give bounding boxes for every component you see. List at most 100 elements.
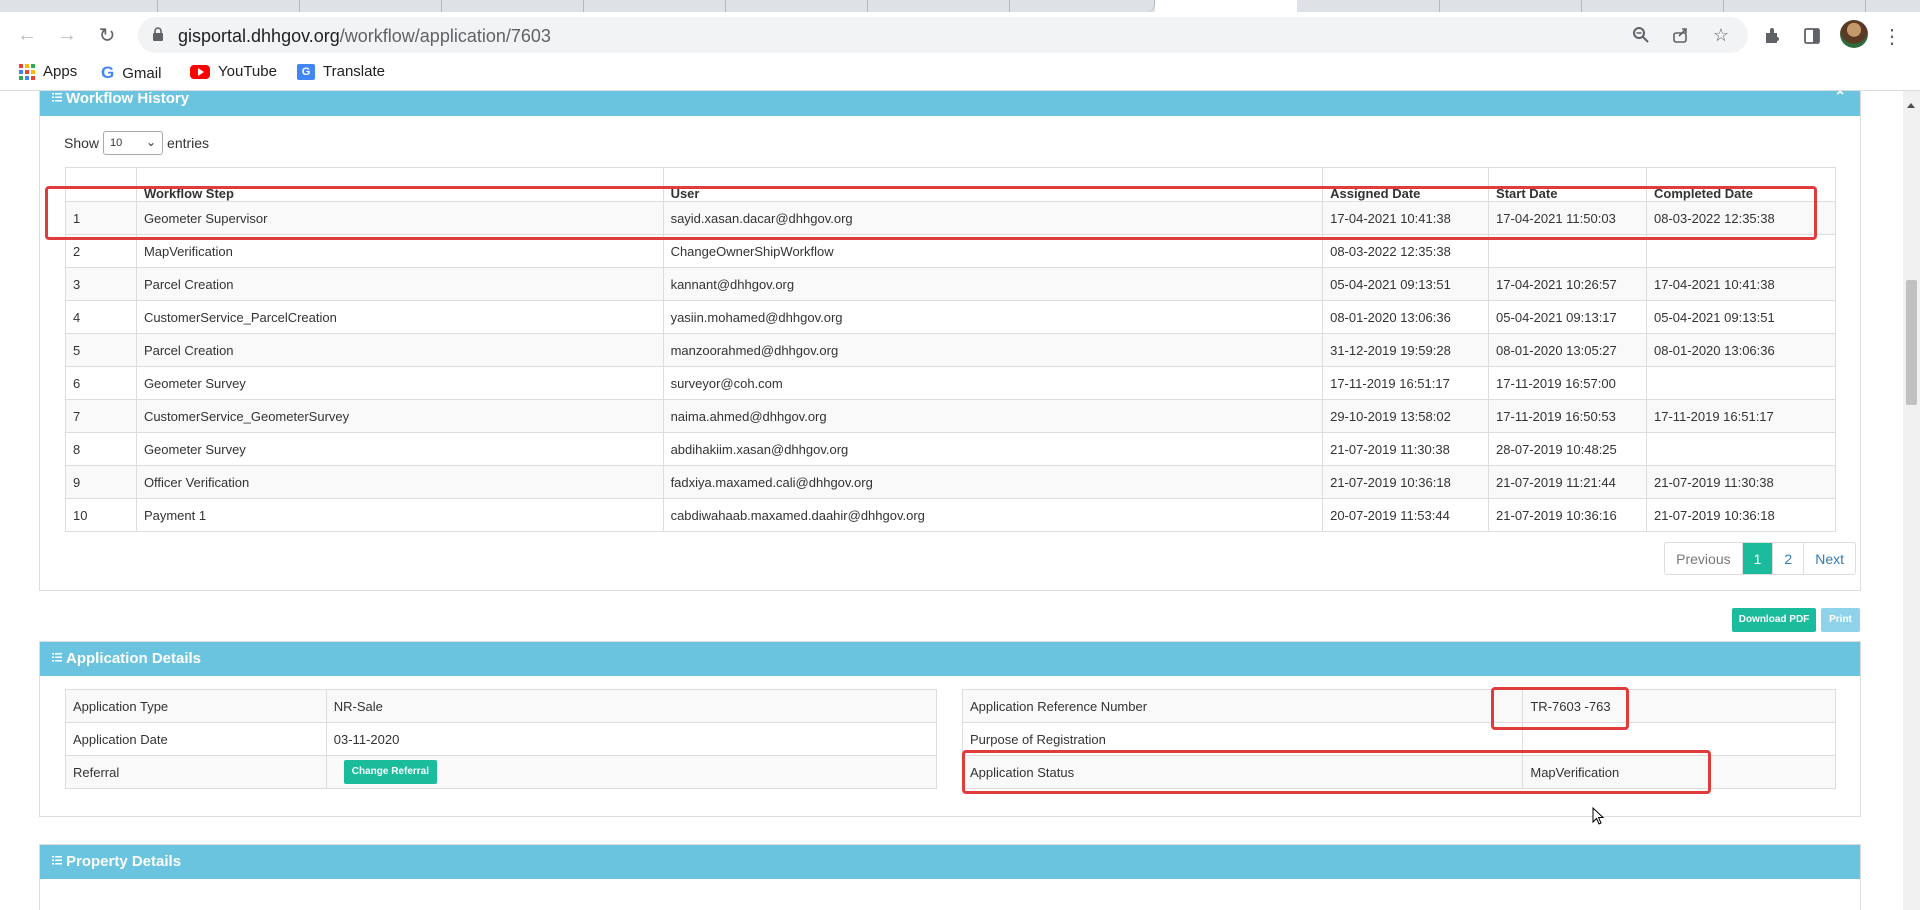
browser-tab[interactable] [584, 0, 726, 12]
side-panel-icon[interactable] [1800, 24, 1824, 48]
youtube-icon [190, 64, 210, 79]
tab-strip [0, 0, 1920, 12]
bookmark-gmail[interactable]: G Gmail [101, 63, 161, 83]
column-header[interactable]: User [662, 167, 1324, 202]
table-cell: 17-11-2019 16:51:17 [1646, 399, 1836, 433]
extensions-icon[interactable] [1760, 24, 1784, 48]
detail-row: Application Reference Number TR-7603 -76… [961, 689, 1836, 723]
table-header-row: Workflow Step User Assigned Date Start D… [65, 167, 1836, 202]
browser-tab[interactable] [300, 0, 442, 12]
browser-tab[interactable] [1440, 0, 1582, 12]
table-cell: fadxiya.maxamed.cali@dhhgov.org [662, 465, 1324, 499]
table-cell: Officer Verification [135, 465, 664, 499]
application-details-header[interactable]: Application Details [40, 642, 1860, 676]
table-cell: MapVerification [135, 234, 664, 268]
detail-row: Purpose of Registration [961, 722, 1836, 756]
table-cell: 10 [65, 498, 137, 532]
table-cell: 21-07-2019 11:30:38 [1646, 465, 1836, 499]
download-pdf-button[interactable]: Download PDF [1732, 608, 1816, 632]
chevron-up-icon[interactable]: ⌃ [1834, 91, 1846, 105]
entries-label: entries [167, 135, 210, 151]
table-cell: 8 [65, 432, 137, 466]
table-cell: 28-07-2019 10:48:25 [1488, 432, 1648, 466]
table-cell: 17-04-2021 10:41:38 [1646, 267, 1836, 301]
table-cell: sayid.xasan.dacar@dhhgov.org [662, 201, 1324, 235]
detail-row: Application Date 03-11-2020 [65, 722, 938, 756]
forward-arrow-icon[interactable]: → [53, 21, 81, 49]
table-cell: ChangeOwnerShipWorkflow [662, 234, 1324, 268]
page-1-button[interactable]: 1 [1741, 543, 1773, 574]
table-cell: 08-01-2020 13:06:36 [1646, 333, 1836, 367]
browser-tab[interactable] [442, 0, 584, 12]
table-cell: 4 [65, 300, 137, 334]
column-header[interactable]: Completed Date [1646, 167, 1836, 202]
table-cell: 05-04-2021 09:13:51 [1322, 267, 1490, 301]
browser-toolbar: ← → ↻ gisportal.dhhgov.org/workflow/appl… [0, 12, 1920, 57]
active-browser-tab[interactable] [1155, 0, 1297, 12]
column-header[interactable] [65, 167, 137, 202]
change-referral-button[interactable]: Change Referral [343, 760, 438, 784]
scroll-up-arrow-icon[interactable] [1907, 103, 1915, 108]
application-details-right-table: Application Reference Number TR-7603 -76… [961, 689, 1836, 789]
table-cell: Parcel Creation [135, 333, 664, 367]
browser-tab[interactable] [0, 0, 158, 12]
table-cell: 9 [65, 465, 137, 499]
table-cell: 21-07-2019 10:36:18 [1646, 498, 1836, 532]
application-date-value: 03-11-2020 [325, 722, 938, 756]
profile-avatar[interactable] [1840, 20, 1868, 48]
workflow-history-header[interactable]: Workflow History ⌃ [40, 91, 1860, 116]
browser-tab[interactable] [1582, 0, 1724, 12]
table-cell: 21-07-2019 11:21:44 [1488, 465, 1648, 499]
browser-tab[interactable] [1724, 0, 1866, 12]
bookmark-label: Translate [323, 63, 385, 80]
table-cell: manzoorahmed@dhhgov.org [662, 333, 1324, 367]
table-cell: 3 [65, 267, 137, 301]
star-icon[interactable]: ☆ [1710, 24, 1732, 46]
scroll-thumb[interactable] [1906, 280, 1917, 405]
page-2-button[interactable]: 2 [1772, 543, 1803, 574]
table-cell: 17-11-2019 16:51:17 [1322, 366, 1490, 400]
print-button[interactable]: Print [1821, 608, 1860, 632]
lock-icon [153, 27, 163, 41]
translate-icon: G [297, 63, 315, 80]
more-menu-icon[interactable]: ⋮ [1880, 24, 1904, 48]
table-cell: 08-03-2022 12:35:38 [1322, 234, 1490, 268]
table-cell: 17-04-2021 10:26:57 [1488, 267, 1648, 301]
column-header[interactable]: Assigned Date [1322, 167, 1490, 202]
browser-tab[interactable] [158, 0, 300, 12]
table-row: 10 Payment 1 cabdiwahaab.maxamed.daahir@dh… [65, 498, 1836, 532]
previous-page-button[interactable]: Previous [1665, 543, 1741, 574]
table-cell: CustomerService_ParcelCreation [135, 300, 664, 334]
property-details-header[interactable]: Property Details [40, 845, 1860, 879]
reload-icon[interactable]: ↻ [93, 21, 121, 49]
browser-tab[interactable] [726, 0, 868, 12]
table-cell: 05-04-2021 09:13:17 [1488, 300, 1648, 334]
application-date-label: Application Date [65, 722, 327, 756]
table-cell: 08-01-2020 13:06:36 [1322, 300, 1490, 334]
zoom-icon[interactable] [1630, 24, 1652, 46]
url-text[interactable]: gisportal.dhhgov.org/workflow/applicatio… [178, 26, 551, 47]
list-icon [52, 93, 62, 102]
table-cell: surveyor@coh.com [662, 366, 1324, 400]
bookmark-label: Apps [43, 63, 78, 80]
vertical-scrollbar[interactable] [1903, 91, 1920, 910]
property-details-panel: Property Details [39, 844, 1861, 910]
browser-tab[interactable] [1010, 0, 1155, 12]
next-page-button[interactable]: Next [1803, 543, 1855, 574]
back-arrow-icon[interactable]: ← [13, 21, 41, 49]
google-icon: G [101, 63, 115, 82]
bookmark-translate[interactable]: G Translate [297, 63, 385, 80]
browser-tab[interactable] [868, 0, 1010, 12]
browser-tab[interactable] [1297, 0, 1440, 12]
share-icon[interactable] [1670, 24, 1692, 46]
entries-select[interactable]: 10 ⌄ [103, 131, 164, 155]
table-cell [1646, 234, 1836, 268]
column-header[interactable]: Workflow Step [135, 167, 664, 202]
bookmark-apps[interactable]: Apps [19, 63, 77, 80]
table-cell: 6 [65, 366, 137, 400]
bookmark-youtube[interactable]: YouTube [190, 63, 277, 80]
application-type-label: Application Type [65, 689, 327, 723]
column-header[interactable]: Start Date [1488, 167, 1648, 202]
address-bar[interactable]: gisportal.dhhgov.org/workflow/applicatio… [138, 17, 1748, 53]
table-cell: CustomerService_GeometerSurvey [135, 399, 664, 433]
